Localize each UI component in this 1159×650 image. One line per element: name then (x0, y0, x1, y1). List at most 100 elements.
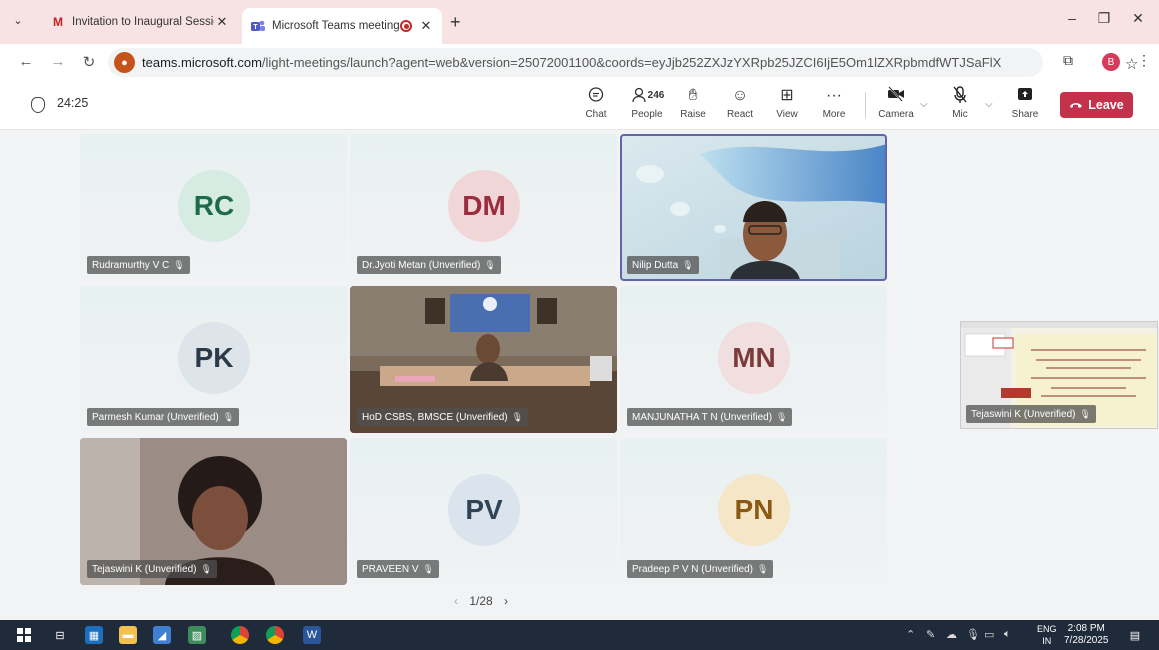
back-button[interactable]: ← (16, 53, 36, 70)
participant-tile[interactable]: RC Rudramurthy V C 🎙︎ (80, 134, 347, 281)
gmail-icon: M (53, 15, 63, 29)
language-indicator[interactable]: ENG IN (1037, 623, 1057, 647)
avatar: DM (448, 170, 520, 242)
participant-video-tile[interactable]: HoD CSBS, BMSCE (Unverified) 🎙︎ (350, 286, 617, 433)
screen: ⌄ M Invitation to Inaugural Session ✕ T … (0, 0, 1159, 650)
tab-title: Invitation to Inaugural Session (72, 16, 214, 28)
speaker-icon[interactable]: 🔈︎ (1004, 628, 1011, 641)
next-page-icon[interactable]: › (504, 594, 508, 608)
pagination: ‹ 1/28 › (454, 594, 508, 608)
browser-menu-icon[interactable]: ⋮ (1137, 52, 1151, 69)
notifications-icon[interactable]: ▤ (1126, 626, 1144, 644)
calculator-icon[interactable]: ▦ (85, 626, 103, 644)
people-icon: 246 (622, 86, 672, 106)
mic-muted-icon: 🎙︎ (422, 563, 434, 574)
participant-video-tile[interactable]: Tejaswini K (Unverified) 🎙︎ (80, 438, 347, 585)
extensions-icon[interactable]: ⧉ (1063, 52, 1073, 69)
tab-teams-meeting[interactable]: T Microsoft Teams meeting | ✕ (242, 8, 442, 44)
url-text[interactable]: teams.microsoft.com/light-meetings/launc… (142, 55, 1002, 70)
participant-tile[interactable]: DM Dr.Jyoti Metan (Unverified) 🎙︎ (350, 134, 617, 281)
presenter-name: Tejaswini K (Unverified) 🎙︎ (966, 405, 1096, 423)
chat-button[interactable]: Chat (576, 86, 616, 120)
paint-icon[interactable]: ◢ (153, 626, 171, 644)
tray-overflow-icon[interactable]: ⌃ (906, 628, 915, 641)
page-indicator: 1/28 (469, 594, 493, 608)
grid-icon: ⊞ (780, 87, 794, 104)
react-button[interactable]: ☺ React (720, 86, 760, 120)
system-clock[interactable]: 2:08 PM 7/28/2025 (1064, 623, 1109, 647)
participant-name: Parmesh Kumar (Unverified) 🎙︎ (87, 408, 240, 426)
browser-tab-strip: ⌄ M Invitation to Inaugural Session ✕ T … (0, 0, 1159, 44)
share-icon (1005, 86, 1045, 106)
mic-options-chevron-icon[interactable]: ⌵ (985, 99, 993, 110)
site-info-icon[interactable]: ● (114, 52, 135, 73)
new-tab-button[interactable]: + (450, 12, 461, 33)
participant-video-tile[interactable]: Nilip Dutta 🎙︎ (620, 134, 887, 281)
camera-off-icon (876, 86, 916, 106)
camera-button[interactable]: Camera (876, 86, 916, 120)
forward-button[interactable]: → (48, 53, 68, 70)
restore-button[interactable]: ❐ (1090, 10, 1118, 27)
chrome-icon[interactable] (231, 626, 249, 644)
ellipsis-icon: ··· (826, 87, 842, 104)
reload-button[interactable]: ↻ (79, 53, 99, 71)
participant-tile[interactable]: PN Pradeep P V N (Unverified) 🎙︎ (620, 438, 887, 585)
mic-muted-icon: 🎙︎ (484, 259, 496, 270)
avatar: MN (718, 322, 790, 394)
windows-start-icon[interactable] (15, 626, 33, 644)
toolbar-divider (865, 92, 866, 118)
recording-icon (400, 20, 412, 32)
prev-page-icon[interactable]: ‹ (454, 594, 458, 608)
people-button[interactable]: 246 People (622, 86, 672, 120)
more-button[interactable]: ··· More (814, 86, 854, 120)
address-bar-row: ← → ↻ ● teams.microsoft.com/light-meetin… (0, 44, 1159, 80)
participant-name: HoD CSBS, BMSCE (Unverified) 🎙︎ (357, 408, 529, 426)
raise-hand-button[interactable]: ✋︎ Raise (673, 86, 713, 120)
leave-button[interactable]: Leave (1060, 92, 1133, 118)
word-icon[interactable]: W (303, 626, 321, 644)
mic-muted-icon: 🎙︎ (511, 411, 524, 422)
avatar: PK (178, 322, 250, 394)
meeting-stage: RC Rudramurthy V C 🎙︎ DM Dr.Jyoti Metan (… (0, 131, 1159, 620)
participant-tile[interactable]: PK Parmesh Kumar (Unverified) 🎙︎ (80, 286, 347, 433)
task-view-icon[interactable]: ⊟ (51, 626, 69, 644)
minimize-button[interactable]: – (1058, 10, 1086, 26)
avatar: RC (178, 170, 250, 242)
windows-taskbar: ⊟ ▦ ▬ ◢ ▨ W ⌃ ✎ ☁ 🎙︎ ▭ 🔈︎ ENG IN 2:08 PM… (0, 620, 1159, 650)
onedrive-icon[interactable]: ☁ (946, 628, 957, 641)
participant-tile[interactable]: PV PRAVEEN V 🎙︎ (350, 438, 617, 585)
participant-name: Pradeep P V N (Unverified) 🎙︎ (627, 560, 774, 578)
mic-muted-icon: 🎙︎ (173, 259, 185, 270)
mic-tray-icon[interactable]: 🎙︎ (966, 628, 980, 641)
avatar: PV (448, 474, 520, 546)
mic-icon: 🎙︎ (682, 259, 694, 270)
mic-muted-icon: 🎙︎ (756, 563, 769, 574)
profile-avatar[interactable]: B (1102, 53, 1120, 71)
chrome-profile-icon[interactable] (266, 626, 284, 644)
close-window-button[interactable]: ✕ (1124, 10, 1152, 27)
omnibox[interactable]: ● teams.microsoft.com/light-meetings/lau… (108, 48, 1138, 77)
participant-tile[interactable]: MN MANJUNATHA T N (Unverified) 🎙︎ (620, 286, 887, 433)
people-count: 246 (647, 90, 665, 101)
shield-icon (31, 97, 45, 113)
share-button[interactable]: Share (1005, 86, 1045, 120)
participant-name: Tejaswini K (Unverified) 🎙︎ (87, 560, 217, 578)
tab-title: Microsoft Teams meeting | (272, 20, 400, 32)
battery-icon[interactable]: ▭ (984, 628, 994, 641)
view-button[interactable]: ⊞ View (767, 86, 807, 120)
tab-search-icon[interactable]: ⌄ (10, 13, 26, 29)
meeting-timer: 24:25 (57, 96, 89, 110)
teams-icon: T (250, 18, 266, 34)
mic-button[interactable]: Mic (940, 86, 980, 120)
tab-invitation[interactable]: M Invitation to Inaugural Session ✕ (42, 8, 238, 36)
mic-muted-icon: 🎙︎ (222, 411, 235, 422)
close-tab-icon[interactable]: ✕ (214, 14, 230, 30)
smiley-icon: ☺ (731, 87, 749, 104)
pen-icon[interactable]: ✎ (926, 628, 935, 641)
close-tab-icon[interactable]: ✕ (418, 18, 434, 34)
file-explorer-icon[interactable]: ▬ (119, 626, 137, 644)
photos-icon[interactable]: ▨ (188, 626, 206, 644)
shared-screen-thumbnail[interactable]: Tejaswini K (Unverified) 🎙︎ (960, 321, 1158, 429)
camera-options-chevron-icon[interactable]: ⌵ (920, 99, 928, 110)
participant-name: MANJUNATHA T N (Unverified) 🎙︎ (627, 408, 793, 426)
